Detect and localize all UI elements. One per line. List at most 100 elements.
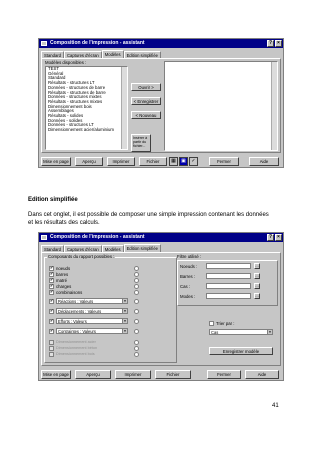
forces-select[interactable]: Efforts : Valeurs ▼ (56, 318, 128, 324)
dialog-titlebar[interactable]: Composition de l'impression - assistant … (39, 39, 283, 48)
models-scrollbar[interactable] (121, 67, 127, 149)
tab-modeles[interactable]: Modèles (101, 245, 124, 252)
radio-5[interactable] (134, 290, 139, 295)
radio-3[interactable] (134, 278, 139, 283)
modes-filter-label: Modes : (180, 294, 196, 299)
models-list[interactable]: TEST Général Standard Résultats - structure… (45, 66, 128, 150)
insert-from-file-button[interactable]: Insérer à partir du fichier... (131, 134, 151, 152)
concrete-design-label: Dimensionnement béton (56, 346, 98, 350)
radio-8[interactable] (134, 319, 139, 324)
tab-modeles[interactable]: Modèles (101, 50, 124, 58)
close-window-button[interactable]: × (275, 40, 282, 47)
insert-from-file-label: Insérer à partir du fichier... (133, 136, 148, 148)
radio-9[interactable] (134, 329, 139, 334)
steel-design-checkbox[interactable] (49, 340, 54, 345)
dialog-assistant-models: Composition de l'impression - assistant … (38, 38, 284, 168)
combinations-checkbox[interactable] (49, 289, 54, 295)
nodes-filter-input[interactable] (206, 263, 251, 269)
components-label: Composants du rapport possibles : (47, 254, 116, 259)
radio-2[interactable] (134, 272, 139, 277)
stresses-select-value: Contraintes : Valeurs (58, 329, 96, 334)
page-setup-button[interactable]: Mise en page (41, 157, 71, 166)
cases-filter-input[interactable] (206, 283, 251, 289)
combinations-label: combinaisons (56, 290, 83, 295)
modes-filter-input[interactable] (206, 293, 251, 299)
chevron-down-icon: ▼ (122, 299, 127, 303)
sort-checkbox[interactable] (209, 321, 214, 326)
tab-captures[interactable]: Captures d'écran (64, 51, 102, 58)
close-window-button[interactable]: × (275, 234, 282, 241)
radio-10[interactable] (134, 340, 139, 345)
displacements-select[interactable]: Déplacements : Valeurs ▼ (56, 308, 128, 314)
file-button[interactable]: Fichier (155, 370, 191, 379)
radio-11[interactable] (134, 346, 139, 351)
print-button[interactable]: Imprimer (107, 157, 135, 166)
tab-strip: Standard Captures d'écran Modèles Editio… (41, 50, 162, 58)
forces-checkbox[interactable] (49, 318, 54, 324)
radio-12[interactable] (134, 352, 139, 357)
grid-icon[interactable]: ▦ (169, 157, 178, 166)
cases-filter-label: Cas : (180, 284, 191, 289)
dialog-titlebar[interactable]: Composition de l'impression - assistant … (39, 233, 283, 242)
bars-filter-button[interactable]: … (254, 273, 260, 279)
new-model-button[interactable]: < Nouveau (131, 111, 161, 119)
material-label: matré (56, 278, 67, 283)
radio-6[interactable] (134, 299, 139, 304)
stresses-checkbox[interactable] (49, 328, 54, 334)
sort-select-value: Cas (211, 330, 219, 335)
preview-button[interactable]: Aperçu (75, 157, 103, 166)
app-icon (41, 235, 47, 240)
caption-line-1: Dans cet onglet, il est possible de comp… (28, 212, 269, 218)
filter-label: Filtre utilisé : (177, 254, 202, 259)
bars-filter-input[interactable] (206, 273, 251, 279)
preview-button[interactable]: Aperçu (75, 370, 111, 379)
close-button[interactable]: Fermer (209, 157, 239, 166)
help-button[interactable]: Aide (249, 157, 279, 166)
tab-standard[interactable]: Standard (41, 51, 64, 58)
save-model-button[interactable]: Enregistrer modèle (209, 347, 273, 355)
blue-options-icon[interactable]: ▣ (179, 157, 188, 166)
tab-standard[interactable]: Standard (41, 245, 64, 252)
file-button[interactable]: Fichier (139, 157, 167, 166)
bars-label: barres (56, 272, 69, 277)
tab-edition-simplifiee[interactable]: Edition simplifiée (123, 51, 162, 58)
sort-select[interactable]: Cas ▼ (209, 329, 273, 335)
modes-filter-button[interactable]: … (254, 293, 260, 299)
help-window-button[interactable]: ? (267, 234, 274, 241)
nodes-filter-label: Noeuds : (180, 264, 198, 269)
close-button[interactable]: Fermer (207, 370, 241, 379)
models-label: Modèles disponibles : (45, 60, 87, 65)
save-model-button[interactable]: < Enregistrer (131, 97, 161, 105)
loads-label: charges (56, 284, 72, 289)
tab-captures[interactable]: Captures d'écran (64, 245, 102, 252)
stresses-select[interactable]: Contraintes : Valeurs ▼ (56, 328, 128, 334)
tab-edition-simplifiee[interactable]: Edition simplifiée (123, 244, 162, 252)
radio-1[interactable] (134, 266, 139, 271)
reactions-select[interactable]: Réactions : Valeurs ▼ (56, 298, 128, 304)
print-button[interactable]: Imprimer (115, 370, 151, 379)
displacements-select-value: Déplacements : Valeurs (58, 309, 102, 314)
concrete-design-checkbox[interactable] (49, 346, 54, 351)
model-list-item[interactable]: Dimensionnement acier/aluminium (46, 127, 127, 133)
displacements-checkbox[interactable] (49, 308, 54, 314)
help-button[interactable]: Aide (245, 370, 279, 379)
nodes-filter-button[interactable]: … (254, 263, 260, 269)
checkmark-icon[interactable]: ✓ (189, 157, 198, 166)
timber-design-checkbox[interactable] (49, 352, 54, 357)
cases-filter-button[interactable]: … (254, 283, 260, 289)
radio-4[interactable] (134, 284, 139, 289)
dialog-title: Composition de l'impression - assistant (50, 234, 145, 240)
radio-7[interactable] (134, 309, 139, 314)
help-window-button[interactable]: ? (267, 40, 274, 47)
reactions-checkbox[interactable] (49, 298, 54, 304)
report-scrollbar[interactable] (271, 62, 277, 150)
dialog-assistant-edition: Composition de l'impression - assistant … (38, 232, 284, 381)
tab-strip: Standard Captures d'écran Modèles Editio… (41, 244, 162, 252)
sort-label: Trier par : (216, 321, 235, 326)
nodes-label: noeuds (56, 266, 71, 271)
chevron-down-icon: ▼ (122, 309, 127, 313)
chevron-down-icon: ▼ (122, 329, 127, 333)
page-setup-button[interactable]: Mise en page (41, 370, 71, 379)
report-composition-list[interactable] (164, 61, 278, 151)
open-model-button[interactable]: Ouvrir > (131, 83, 161, 91)
